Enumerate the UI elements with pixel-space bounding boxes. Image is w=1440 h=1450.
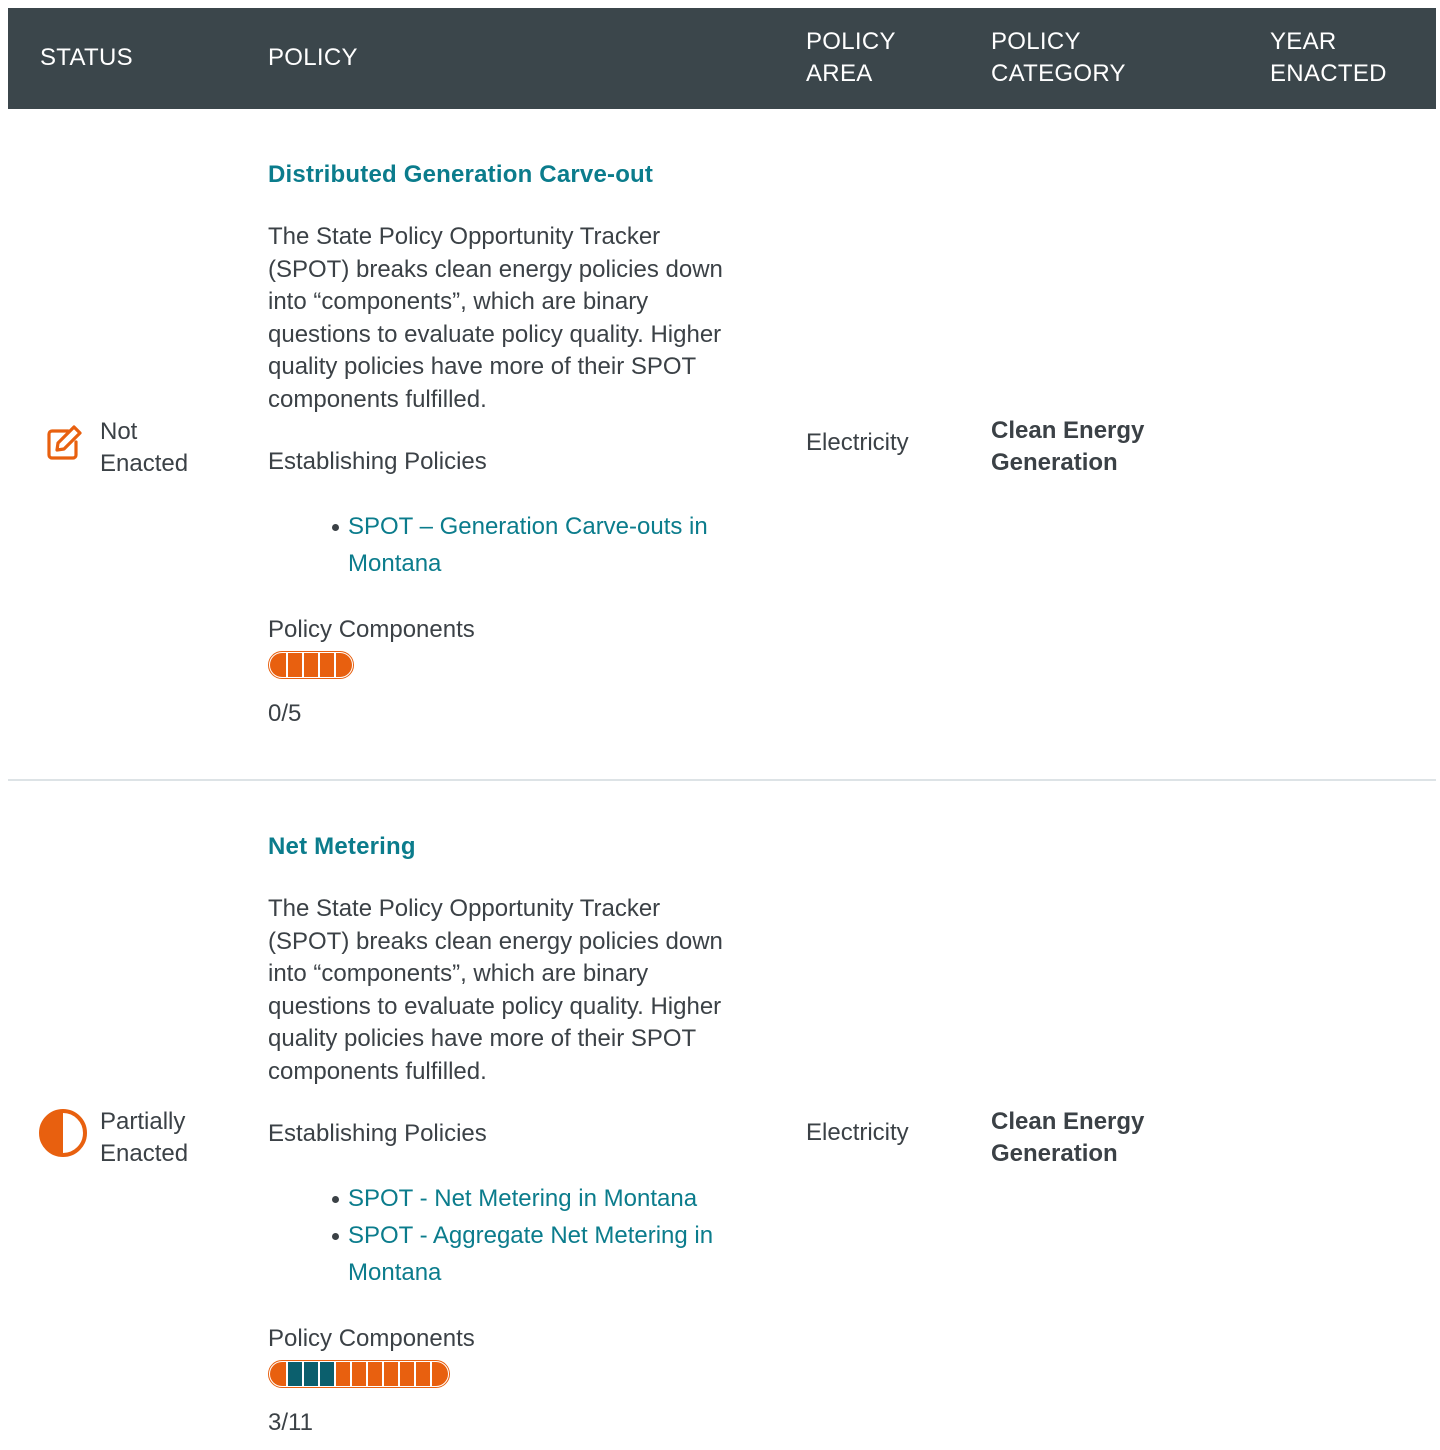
header-year-enacted[interactable]: YEAR ENACTED: [1270, 26, 1430, 90]
policy-table: STATUS POLICY POLICY AREA POLICY CATEGOR…: [8, 8, 1436, 1436]
component-segment: [270, 653, 286, 677]
components-progress-bar: [268, 651, 743, 679]
components-count: 3/11: [268, 1409, 313, 1436]
component-segment: [336, 1362, 350, 1386]
establishing-policies-label: Establishing Policies: [268, 448, 487, 475]
status-line1: Partially: [100, 1108, 186, 1135]
component-segment: [320, 1362, 334, 1386]
header-policy-area-line1: POLICY: [806, 28, 896, 55]
header-year-line2: ENACTED: [1270, 60, 1387, 87]
status-cell: Not Enacted: [38, 416, 188, 480]
status-label: Not Enacted: [100, 416, 188, 480]
component-segment: [432, 1362, 448, 1386]
establishing-policies-label: Establishing Policies: [268, 1120, 487, 1147]
policy-description: The State Policy Opportunity Tracker (SP…: [268, 895, 723, 1085]
half-circle-icon: [39, 1109, 87, 1157]
header-year-line1: YEAR: [1270, 28, 1337, 55]
component-segment: [288, 1362, 302, 1386]
header-policy-area-line2: AREA: [806, 60, 873, 87]
status-line1: Not: [100, 418, 138, 445]
status-line2: Enacted: [100, 450, 189, 477]
header-policy-category-line1: POLICY: [991, 28, 1081, 55]
policy-area: Electricity: [806, 1119, 909, 1146]
component-segment: [288, 653, 302, 677]
establishing-policy-link[interactable]: SPOT - Aggregate Net Metering in Montana: [332, 1217, 743, 1291]
policy-cell: Net Metering The State Policy Opportunit…: [268, 831, 743, 1439]
header-status[interactable]: STATUS: [40, 42, 133, 74]
policy-title-link[interactable]: Distributed Generation Carve-out: [268, 159, 743, 191]
edit-pencil-icon: [47, 425, 82, 460]
establishing-policies-list: SPOT – Generation Carve-outs in Montana: [268, 508, 743, 582]
table-header: STATUS POLICY POLICY AREA POLICY CATEGOR…: [8, 8, 1436, 109]
component-segment: [320, 653, 334, 677]
status-label: Partially Enacted: [100, 1106, 188, 1170]
policy-components-label: Policy Components: [268, 616, 475, 643]
table-row: Partially Enacted Net Metering The State…: [8, 779, 1436, 1450]
policy-title-link[interactable]: Net Metering: [268, 831, 743, 863]
component-segment: [416, 1362, 430, 1386]
establishing-policies-list: SPOT - Net Metering in Montana SPOT - Ag…: [268, 1180, 743, 1291]
policy-components-label: Policy Components: [268, 1325, 475, 1352]
policy-description: The State Policy Opportunity Tracker (SP…: [268, 223, 723, 413]
component-segment: [400, 1362, 414, 1386]
component-segment: [336, 653, 352, 677]
components-progress-bar: [268, 1360, 743, 1388]
component-segment: [384, 1362, 398, 1386]
header-policy[interactable]: POLICY: [268, 42, 358, 74]
header-policy-area[interactable]: POLICY AREA: [806, 26, 956, 90]
header-policy-category[interactable]: POLICY CATEGORY: [991, 26, 1191, 90]
establishing-policy-link[interactable]: SPOT - Net Metering in Montana: [332, 1180, 743, 1217]
component-segment: [270, 1362, 286, 1386]
components-bar-frame: [268, 651, 354, 679]
status-cell: Partially Enacted: [38, 1106, 188, 1170]
components-bar-frame: [268, 1360, 450, 1388]
header-policy-category-line2: CATEGORY: [991, 60, 1126, 87]
policy-category: Clean Energy Generation: [991, 417, 1145, 476]
status-line2: Enacted: [100, 1140, 189, 1167]
policy-cell: Distributed Generation Carve-out The Sta…: [268, 159, 743, 730]
component-segment: [368, 1362, 382, 1386]
component-segment: [304, 653, 318, 677]
policy-category: Clean Energy Generation: [991, 1108, 1145, 1167]
component-segment: [352, 1362, 366, 1386]
policy-area: Electricity: [806, 429, 909, 456]
component-segment: [304, 1362, 318, 1386]
table-row: Not Enacted Distributed Generation Carve…: [8, 109, 1436, 779]
establishing-policy-link[interactable]: SPOT – Generation Carve-outs in Montana: [332, 508, 743, 582]
components-count: 0/5: [268, 700, 302, 727]
